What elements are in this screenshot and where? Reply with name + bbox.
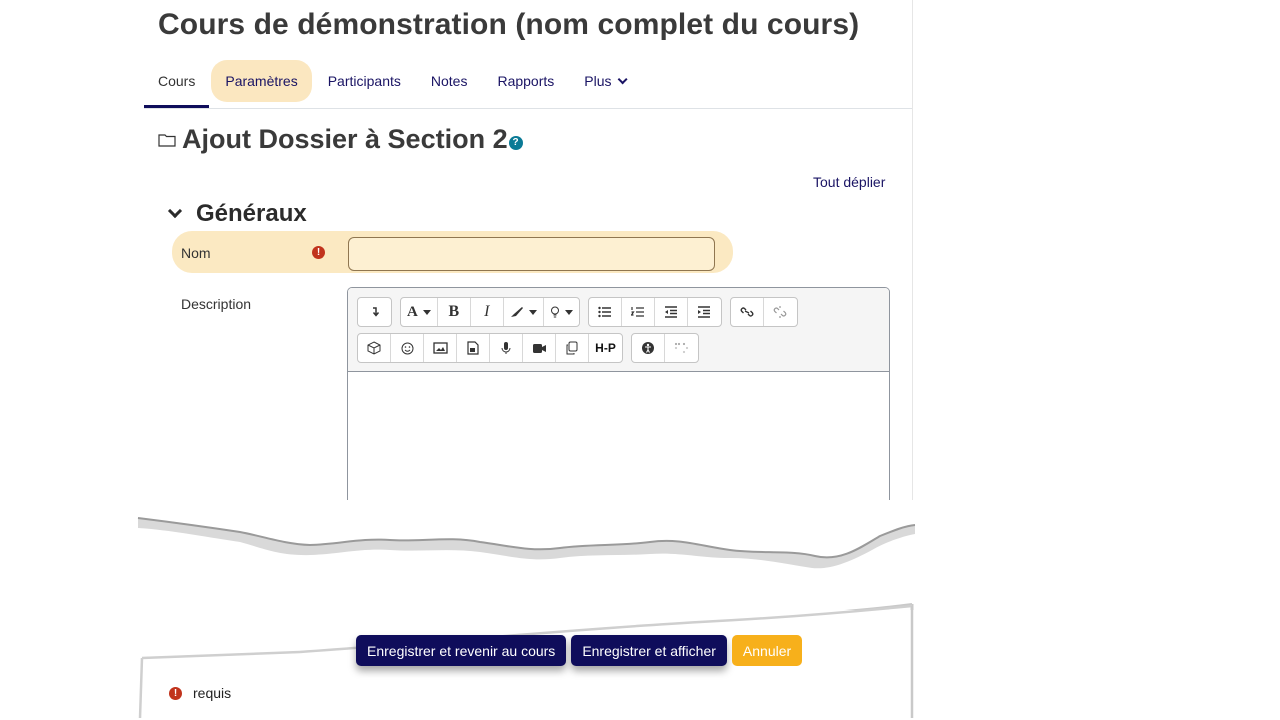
microphone-icon[interactable] [490,334,523,362]
link-icon[interactable] [731,298,764,326]
outdent-icon[interactable] [655,298,688,326]
toolbar-group [357,297,392,327]
toolbar-group [587,297,722,327]
section-header-generaux[interactable]: Généraux [166,200,307,228]
toolbar-row-2: H-P [357,333,889,363]
image-icon[interactable] [424,334,457,362]
accessibility-icon[interactable] [632,334,665,362]
course-title: Cours de démonstration (nom complet du c… [158,8,860,41]
section-title: Généraux [196,200,307,227]
torn-paper-break [0,500,1280,610]
required-icon: ! [312,246,325,259]
tab-notes[interactable]: Notes [417,60,482,102]
media-icon[interactable] [457,334,490,362]
cancel-button[interactable]: Annuler [731,635,803,666]
toolbar-group: A B I [400,297,580,327]
italic-icon[interactable]: I [471,298,504,326]
name-field-row: Nom ! [172,231,733,273]
h5p-icon[interactable]: H-P [589,334,622,362]
indent-icon[interactable] [688,298,721,326]
save-display-button[interactable]: Enregistrer et afficher [571,635,727,666]
bullet-list-icon[interactable] [589,298,622,326]
font-style-icon[interactable]: A [401,298,438,326]
emoji-icon[interactable] [391,334,424,362]
form-buttons: Enregistrer et revenir au cours Enregist… [356,635,807,666]
required-icon: ! [169,686,182,700]
italic-label: I [484,303,490,320]
unlink-icon[interactable] [764,298,797,326]
chevron-down-icon [167,203,183,219]
save-return-button[interactable]: Enregistrer et revenir au cours [356,635,567,666]
expand-all-link[interactable]: Tout déplier [813,174,885,190]
toolbar-row-1: A B I [357,297,889,327]
tab-plus[interactable]: Plus [570,60,637,102]
caret-icon [422,309,431,315]
name-label: Nom [181,245,211,261]
bold-label: B [448,303,460,320]
toolbar-group [729,297,798,327]
tab-rapports[interactable]: Rapports [483,60,568,102]
page: Cours de démonstration (nom complet du c… [0,0,1280,720]
lightbulb-icon[interactable] [544,298,579,326]
copy-icon[interactable] [556,334,589,362]
editor-toolbar: A B I H-P [348,288,889,372]
tab-cours[interactable]: Cours [144,60,210,108]
content-divider [912,0,913,540]
video-icon[interactable] [523,334,556,362]
tab-participants[interactable]: Participants [314,60,415,102]
page-title: Ajout Dossier à Section 2 ? [158,124,523,155]
box-icon[interactable] [358,334,391,362]
folder-icon [158,133,176,147]
required-note-text: requis [193,685,232,701]
page-title-text: Ajout Dossier à Section 2 [182,124,508,154]
numbered-list-icon[interactable] [622,298,655,326]
name-input[interactable] [348,237,715,271]
font-style-label: A [407,303,418,320]
h5p-label: H-P [595,341,616,355]
highlight-icon[interactable] [504,298,544,326]
braille-icon[interactable] [665,334,698,362]
toolbar-group [631,333,699,363]
collapse-icon[interactable] [358,298,391,326]
caret-icon [528,309,537,315]
caret-icon [564,309,573,315]
bold-icon[interactable]: B [438,298,471,326]
course-nav-tabs: Cours Paramètres Participants Notes Rapp… [144,60,912,109]
toolbar-group: H-P [357,333,623,363]
description-label: Description [181,296,252,312]
tab-plus-label: Plus [584,73,612,89]
chevron-down-icon [617,73,628,84]
help-icon[interactable]: ? [508,135,523,150]
tab-parametres[interactable]: Paramètres [211,60,312,102]
required-note: ! requis [169,685,231,701]
